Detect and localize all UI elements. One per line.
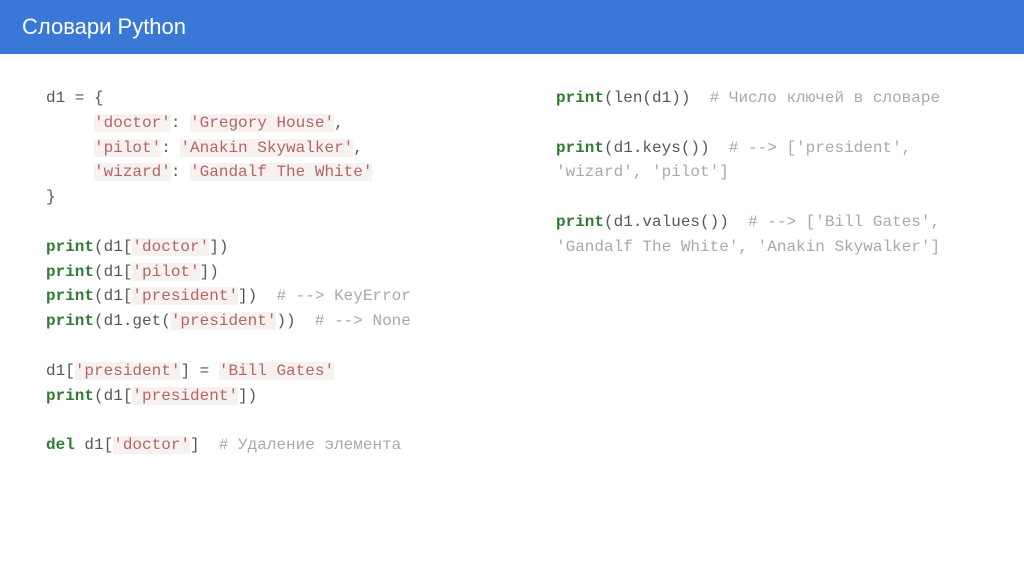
code-block-right: print(len(d1)) # Число ключей в словаре …	[556, 86, 978, 260]
slide-title: Словари Python	[22, 14, 186, 39]
slide-content: d1 = { 'doctor': 'Gregory House', 'pilot…	[0, 54, 1024, 490]
code-block-left: d1 = { 'doctor': 'Gregory House', 'pilot…	[46, 86, 456, 458]
code-column-left: d1 = { 'doctor': 'Gregory House', 'pilot…	[16, 78, 486, 466]
slide-header: Словари Python	[0, 0, 1024, 54]
code-column-right: print(len(d1)) # Число ключей в словаре …	[526, 78, 1008, 466]
